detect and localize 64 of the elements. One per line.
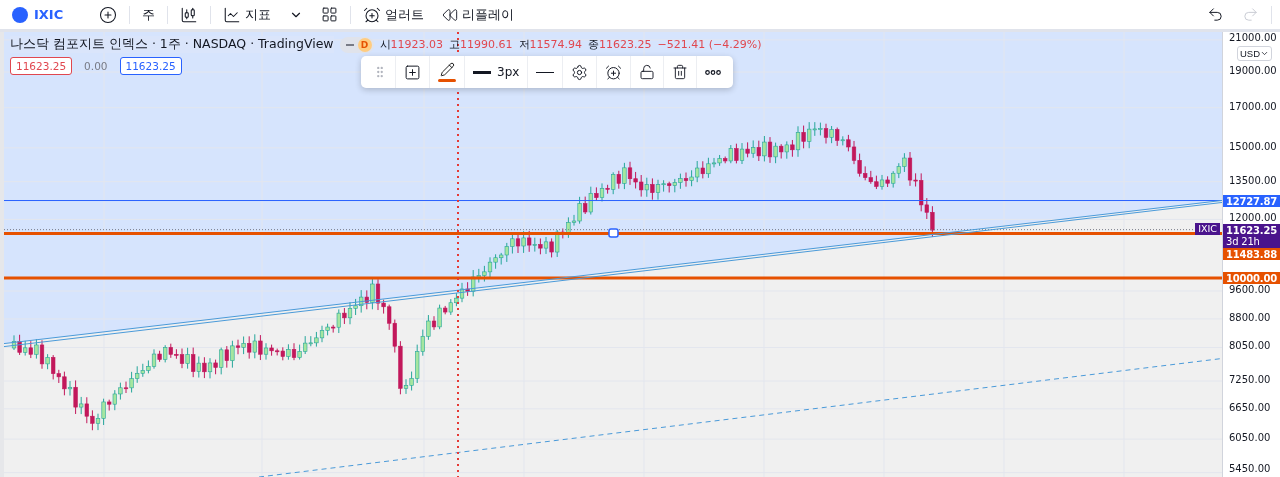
- price-tick: 7250.00: [1229, 374, 1271, 386]
- grid-icon: [321, 6, 339, 23]
- minus-icon: [345, 43, 354, 46]
- chart-title: 나스닥 컴포지트 인덱스 · 1주 · NASDAQ · TradingView: [10, 36, 334, 53]
- price-tag: 11623.25 3d 21h: [1223, 223, 1280, 248]
- spread-value: 0.00: [83, 59, 109, 74]
- ohlc-label: 저: [518, 37, 530, 52]
- alarm-clock-plus-icon: [605, 63, 623, 81]
- square-plus-icon: [404, 63, 421, 81]
- ohlc-value: 11990.61: [460, 38, 513, 51]
- price-tick: 5450.00: [1229, 463, 1271, 474]
- rewind-icon: [442, 6, 459, 23]
- candlestick-icon: [180, 5, 199, 24]
- price-tick: 21000.00: [1229, 32, 1277, 43]
- pencil-icon: [439, 62, 455, 77]
- interval-button[interactable]: 주: [136, 2, 162, 27]
- price-tick: 8050.00: [1229, 340, 1271, 352]
- chart-panel[interactable]: 나스닥 컴포지트 인덱스 · 1주 · NASDAQ · TradingView D 시11923.03 고11990.61 저11574.94 종11623.25 −521.41 (−4.29%) 11623.25 0.00 11623.25 3px IXIC: [0, 32, 1222, 477]
- settings-icon: [571, 63, 589, 81]
- trend-channel[interactable]: [4, 199, 1222, 348]
- price-tick: 6050.00: [1229, 432, 1271, 444]
- price-tag: 10000.00: [1223, 271, 1280, 284]
- ohlc-value: 11574.94: [529, 38, 583, 51]
- more-icon: [705, 69, 722, 75]
- horizontal-line[interactable]: [4, 232, 1222, 235]
- delay-badge: D: [357, 37, 372, 52]
- line-width-button[interactable]: 3px: [465, 56, 529, 88]
- vertical-dotted-line[interactable]: [457, 32, 459, 477]
- price-tick: 8800.00: [1229, 311, 1271, 323]
- ohlc-value: 11623.25: [599, 38, 652, 51]
- symbol-button[interactable]: IXIC: [12, 6, 88, 23]
- series-label: IXIC: [1195, 222, 1220, 235]
- price-tick: 9600.00: [1229, 284, 1271, 295]
- price-tag: 12727.87: [1223, 194, 1280, 207]
- ohlc-label: 종: [588, 37, 600, 52]
- price-axis[interactable]: 21000.00 19000.00 17000.00 15000.00 13500.00 12000.00 9600.00 8800.00 8050.00 7250.00 6650.00 6050.00 5450.00 USD 12727.87 11623.25 3d 21h 11483.88 10000.00: [1222, 32, 1280, 477]
- indicators-button[interactable]: 지표: [217, 2, 278, 27]
- replay-button[interactable]: 리플레이: [436, 2, 521, 27]
- price-tick: 13500.00: [1229, 174, 1277, 186]
- ohlc-label: 고: [449, 37, 461, 52]
- price-tick: 17000.00: [1229, 100, 1277, 112]
- alarm-clock-plus-icon: [363, 5, 382, 24]
- ohlc-value: 11923.03: [390, 38, 444, 51]
- undo-icon: [1207, 6, 1224, 23]
- line-icon: [536, 71, 555, 73]
- alert-button[interactable]: 얼러트: [357, 2, 431, 27]
- line-chart-icon: [223, 5, 242, 24]
- logo-icon: [12, 6, 28, 23]
- price-tick: 15000.00: [1229, 140, 1277, 152]
- price-box[interactable]: 11623.25: [10, 57, 73, 75]
- currency-button[interactable]: USD: [1237, 46, 1273, 61]
- price-tick: 6650.00: [1229, 401, 1271, 413]
- ohlc-label: 시: [379, 37, 391, 52]
- plus-circle-icon: [99, 5, 118, 24]
- trash-icon: [672, 64, 689, 80]
- price-tick: 19000.00: [1229, 65, 1277, 76]
- redo-icon: [1242, 6, 1259, 23]
- thick-line-icon: [473, 70, 491, 74]
- price-tick: 12000.00: [1229, 212, 1277, 224]
- chevron-down-icon: [1260, 49, 1270, 58]
- unlocked-padlock-icon: [639, 64, 656, 80]
- price-change: −521.41 (−4.29%): [657, 38, 762, 51]
- drag-handle[interactable]: [608, 228, 619, 238]
- price-box[interactable]: 11623.25: [119, 57, 182, 75]
